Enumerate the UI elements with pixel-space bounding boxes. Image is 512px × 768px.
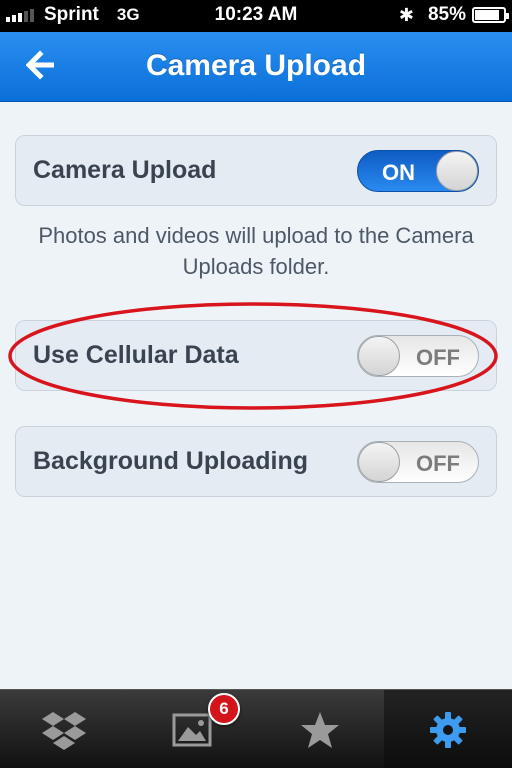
toggle-state-text: OFF (416, 451, 460, 476)
use-cellular-data-toggle[interactable]: OFF (357, 335, 479, 377)
screen: Sprint 3G 10:23 AM ✱ 85% Camera Upload C… (0, 0, 512, 768)
camera-upload-description: Photos and videos will upload to the Cam… (38, 223, 474, 279)
navigation-bar: Camera Upload (0, 32, 512, 102)
status-bar: Sprint 3G 10:23 AM ✱ 85% (0, 0, 512, 32)
tab-dropbox[interactable] (0, 690, 128, 768)
use-cellular-data-cell: Use Cellular Data OFF (15, 320, 497, 391)
battery-percent: 85% (427, 4, 466, 25)
bluetooth-icon: ✱ (398, 4, 414, 25)
toggle-knob (436, 151, 478, 191)
toggle-state-text: OFF (416, 345, 460, 370)
camera-upload-label: Camera Upload (33, 156, 217, 184)
battery-icon (472, 7, 509, 23)
camera-upload-cell: Camera Upload ON (15, 135, 497, 206)
toggle-knob (358, 442, 400, 482)
background-uploading-toggle[interactable]: OFF (357, 441, 479, 483)
tab-settings[interactable] (384, 690, 512, 768)
photos-icon (172, 713, 212, 746)
toggle-state-text: ON (382, 160, 415, 185)
star-icon (301, 711, 339, 748)
status-right: ✱ 85% (398, 4, 509, 26)
photos-badge: 6 (208, 693, 240, 725)
camera-upload-toggle[interactable]: ON (357, 150, 479, 192)
tab-bar (0, 689, 512, 768)
dropbox-icon (42, 711, 86, 750)
background-uploading-label: Background Uploading (33, 447, 308, 475)
toggle-knob (358, 336, 400, 376)
tab-favorites[interactable] (256, 690, 384, 768)
use-cellular-data-label: Use Cellular Data (33, 341, 239, 369)
gear-icon (430, 711, 466, 748)
background-uploading-cell: Background Uploading OFF (15, 426, 497, 497)
page-title: Camera Upload (145, 49, 367, 82)
